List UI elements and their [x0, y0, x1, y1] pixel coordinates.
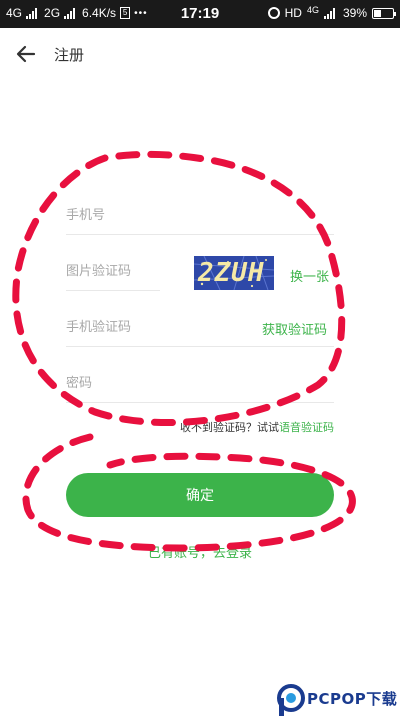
- hd-label: HD: [284, 6, 302, 20]
- network-type-3: 4G: [306, 5, 319, 15]
- alarm-icon: [267, 7, 280, 19]
- app-bar: 注册: [0, 28, 400, 80]
- signal-icon-3: [323, 7, 335, 19]
- captcha-text: 2ZUH: [198, 258, 265, 288]
- watermark-text: PCPOP下载: [307, 690, 398, 708]
- phone-field-row: [66, 195, 334, 235]
- captcha-field-row: [66, 251, 160, 291]
- status-bar: 4G 2G 6.4K/s 5 ••• 17:19 HD 4G 39%: [0, 0, 400, 28]
- phone-input[interactable]: [66, 203, 334, 227]
- sms-code-input[interactable]: [66, 315, 246, 339]
- get-sms-code-button[interactable]: 获取验证码: [262, 319, 327, 338]
- voice-code-link[interactable]: 语音验证码: [279, 421, 334, 434]
- status-right: HD 4G 39%: [267, 5, 396, 20]
- captcha-image[interactable]: 2ZUH: [194, 256, 274, 290]
- captcha-input[interactable]: [66, 259, 160, 283]
- page-title: 注册: [54, 46, 85, 64]
- no-code-hint: 收不到验证码？试试语音验证码: [0, 419, 334, 435]
- battery-percent: 39%: [342, 6, 367, 20]
- arrow-left-icon: [16, 45, 36, 63]
- battery-fill: [374, 9, 381, 17]
- confirm-button[interactable]: 确定: [66, 473, 334, 517]
- hint-text: 收不到验证码？试试: [180, 421, 279, 434]
- login-link[interactable]: 已有账号，去登录: [0, 542, 400, 561]
- password-input[interactable]: [66, 371, 334, 395]
- pcpop-logo-icon: [277, 684, 305, 716]
- back-button[interactable]: [14, 42, 38, 66]
- password-field-row: [66, 363, 334, 403]
- battery-icon: [372, 7, 396, 19]
- refresh-captcha-link[interactable]: 换一张: [290, 266, 329, 285]
- watermark: PCPOP下载: [277, 684, 400, 720]
- annotation-overlay: [12, 150, 356, 552]
